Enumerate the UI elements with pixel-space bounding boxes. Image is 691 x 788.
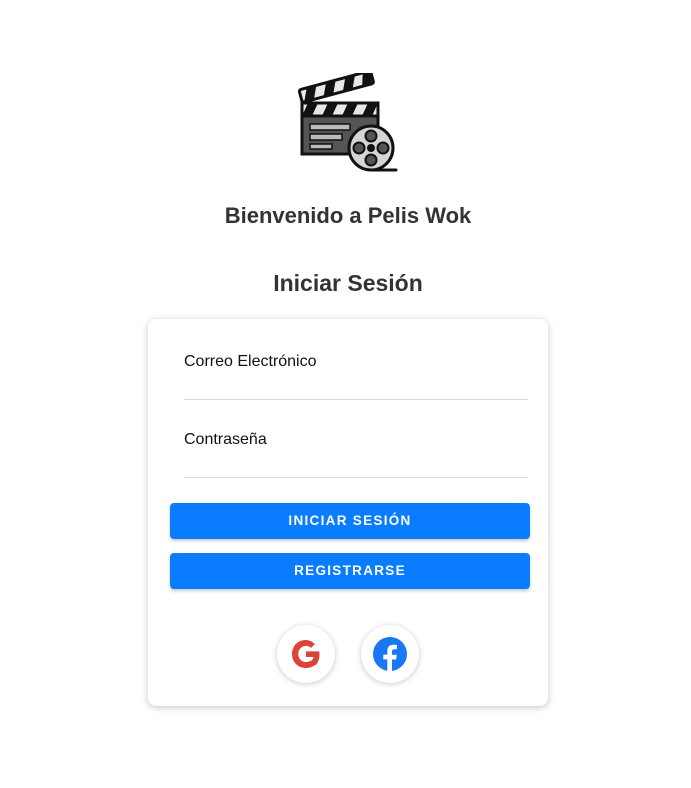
clapperboard-icon xyxy=(296,69,400,177)
login-card: Correo Electrónico Contraseña INICIAR SE… xyxy=(148,319,548,706)
password-label: Contraseña xyxy=(184,431,267,448)
email-label: Correo Electrónico xyxy=(184,353,317,370)
email-field[interactable]: Correo Electrónico xyxy=(184,345,528,400)
login-button[interactable]: INICIAR SESIÓN xyxy=(170,503,530,539)
password-input[interactable] xyxy=(184,451,528,473)
login-title: Iniciar Sesión xyxy=(273,270,423,296)
login-page: Bienvenido a Pelis Wok Iniciar Sesión Co… xyxy=(0,0,691,788)
google-login-button[interactable] xyxy=(277,625,335,683)
facebook-icon xyxy=(373,637,407,672)
email-input[interactable] xyxy=(184,373,528,395)
password-field[interactable]: Contraseña xyxy=(184,423,528,478)
facebook-login-button[interactable] xyxy=(361,625,419,683)
register-button[interactable]: REGISTRARSE xyxy=(170,553,530,589)
google-icon xyxy=(292,640,320,668)
welcome-heading: Bienvenido a Pelis Wok xyxy=(224,203,472,228)
